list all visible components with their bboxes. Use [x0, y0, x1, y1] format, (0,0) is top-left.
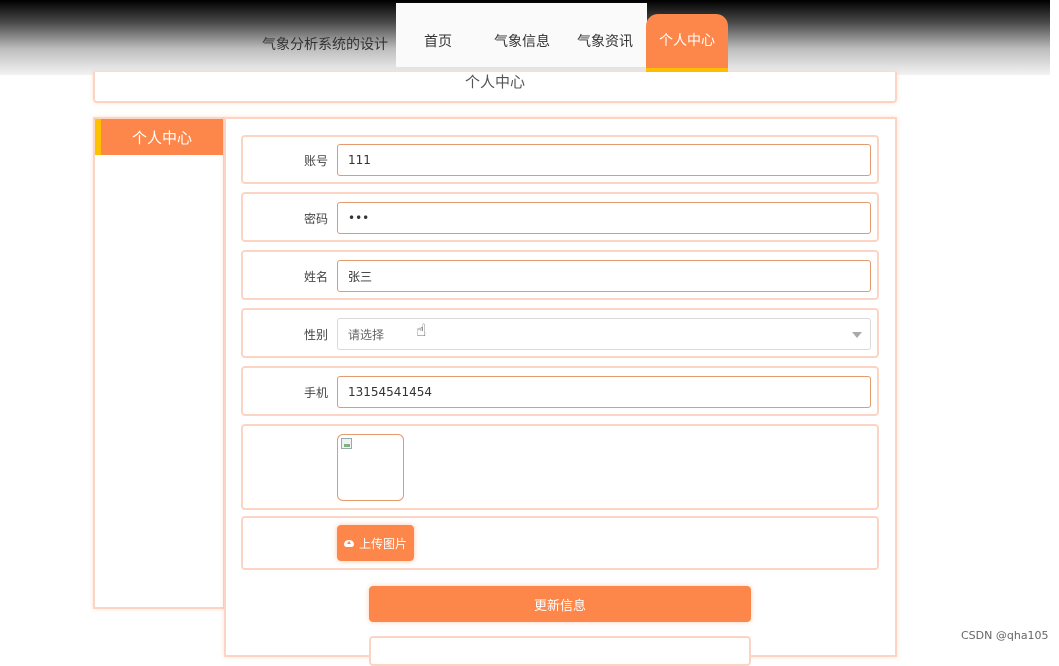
- csdn-watermark: CSDN @qha105: [961, 629, 1049, 642]
- password-label: 密码: [303, 212, 328, 226]
- name-label: 姓名: [303, 270, 328, 284]
- sidebar: 个人中心: [93, 117, 225, 609]
- password-row: 密码: [241, 192, 879, 242]
- site-title: 气象分析系统的设计: [262, 37, 388, 53]
- gender-label: 性别: [303, 328, 328, 342]
- nav-tab-personal-center[interactable]: 个人中心: [646, 14, 728, 74]
- upload-image-button[interactable]: 上传图片: [337, 525, 414, 561]
- gender-select[interactable]: 请选择 ☝: [337, 318, 871, 350]
- nav-tab-home[interactable]: 首页: [396, 3, 480, 67]
- account-row: 账号: [241, 135, 879, 184]
- top-navbar: 气象分析系统的设计 首页 气象信息 气象资讯 个人中心: [0, 0, 1050, 75]
- update-info-button[interactable]: 更新信息: [369, 586, 751, 622]
- password-field[interactable]: [337, 202, 871, 234]
- upload-image-label: 上传图片: [358, 536, 407, 551]
- gender-select-value: 请选择: [348, 327, 385, 342]
- name-row: 姓名: [241, 250, 879, 300]
- cloud-upload-icon: [343, 539, 354, 547]
- nav-tab-weather-news[interactable]: 气象资讯: [563, 3, 647, 67]
- hand-pointer-icon: ☝: [416, 321, 427, 341]
- upload-row: 上传图片: [241, 516, 879, 570]
- logout-button[interactable]: [369, 636, 751, 666]
- phone-row: 手机: [241, 366, 879, 416]
- page-title: 个人中心: [464, 73, 525, 91]
- avatar-image: [337, 434, 404, 501]
- broken-image-icon: [341, 438, 352, 449]
- phone-label: 手机: [303, 386, 328, 400]
- name-field[interactable]: [337, 260, 871, 292]
- page-title-box: 个人中心: [93, 72, 897, 103]
- phone-field[interactable]: [337, 376, 871, 408]
- account-field[interactable]: [337, 144, 871, 176]
- avatar-row: [241, 424, 879, 510]
- nav-tab-weather-info[interactable]: 气象信息: [480, 3, 564, 67]
- chevron-down-icon: [852, 332, 862, 338]
- sidebar-item-personal-center[interactable]: 个人中心: [95, 119, 223, 155]
- gender-row: 性别 请选择 ☝: [241, 308, 879, 358]
- account-label: 账号: [303, 154, 328, 168]
